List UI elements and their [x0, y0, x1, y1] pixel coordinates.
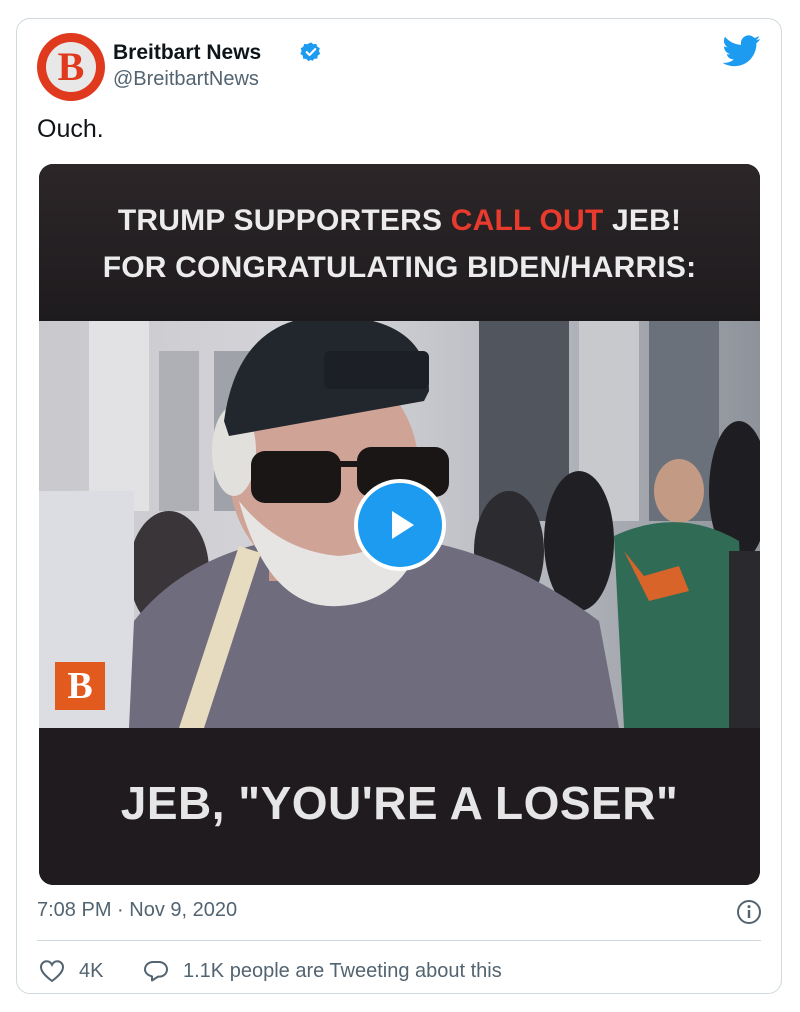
watermark-letter: B	[67, 665, 93, 707]
heart-icon	[39, 960, 65, 983]
tweet-card[interactable]: B Breitbart News @BreitbartNews Ouch. TR…	[16, 18, 782, 994]
video-thumbnail[interactable]: TRUMP SUPPORTERS CALL OUT JEB! FOR CONGR…	[39, 164, 760, 885]
avatar[interactable]: B	[37, 33, 105, 101]
tweet-text: Ouch.	[37, 115, 104, 143]
tweeting-text: 1.1K people are Tweeting about this	[183, 959, 502, 982]
twitter-bird-icon[interactable]	[723, 35, 761, 67]
info-icon[interactable]	[736, 899, 762, 925]
headline-part1: TRUMP SUPPORTERS	[117, 204, 451, 237]
divider	[37, 940, 761, 941]
like-button[interactable]: 4K	[39, 957, 103, 985]
play-icon	[392, 511, 414, 539]
avatar-letter: B	[57, 44, 85, 89]
video-headline: TRUMP SUPPORTERS CALL OUT JEB! FOR CONGR…	[39, 164, 760, 321]
headline-part2: JEB!	[603, 204, 682, 237]
author-handle[interactable]: @BreitbartNews	[113, 68, 259, 91]
verified-badge-icon	[300, 42, 321, 62]
breitbart-watermark: B	[55, 662, 105, 710]
speech-bubble-icon	[144, 961, 168, 982]
video-caption: JEB, "YOU'RE A LOSER"	[120, 777, 679, 829]
author-name[interactable]: Breitbart News	[113, 41, 261, 65]
video-caption-bar: JEB, "YOU'RE A LOSER"	[39, 728, 760, 885]
like-count: 4K	[79, 959, 104, 982]
tweeting-link[interactable]: 1.1K people are Tweeting about this	[143, 957, 502, 985]
play-button[interactable]	[354, 479, 446, 571]
headline-highlight: CALL OUT	[450, 204, 604, 237]
tweet-timestamp[interactable]: 7:08 PM · Nov 9, 2020	[37, 899, 237, 922]
headline-line2: FOR CONGRATULATING BIDEN/HARRIS:	[102, 251, 697, 284]
